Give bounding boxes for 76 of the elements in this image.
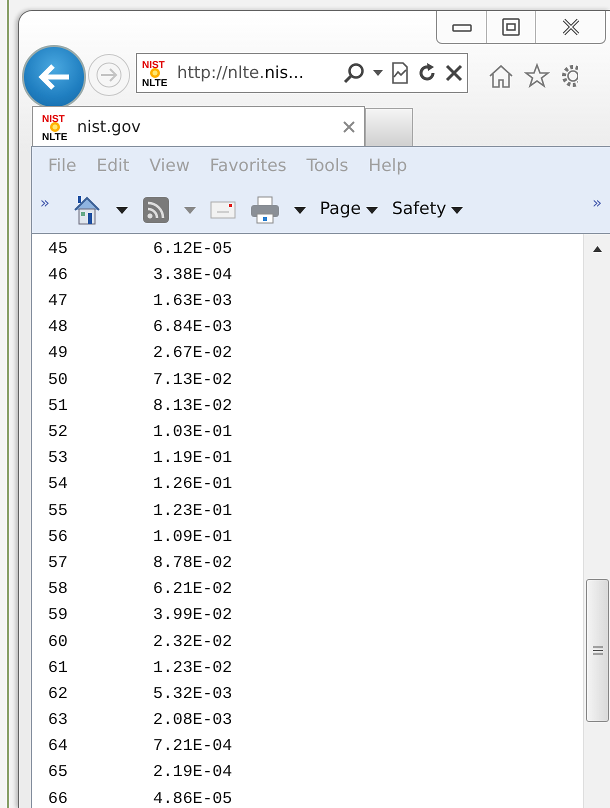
row-number: 59 bbox=[48, 604, 69, 626]
compatibility-icon[interactable] bbox=[391, 62, 409, 84]
star-icon[interactable] bbox=[524, 63, 550, 90]
back-arrow-icon bbox=[37, 63, 71, 92]
page-menu-button[interactable]: Page bbox=[320, 197, 378, 223]
stop-icon[interactable] bbox=[445, 64, 463, 82]
url-text: http://nlte.nis... bbox=[177, 62, 304, 84]
row-value: 2.19E-04 bbox=[153, 761, 232, 784]
caret-icon bbox=[366, 206, 378, 214]
row-number: 66 bbox=[48, 788, 69, 808]
row-number: 46 bbox=[48, 264, 69, 286]
row-value: 3.38E-04 bbox=[153, 264, 232, 286]
safety-menu-button[interactable]: Safety bbox=[392, 197, 464, 223]
row-value: 2.08E-03 bbox=[153, 709, 232, 732]
tab-title: nist.gov bbox=[77, 116, 141, 138]
row-value: 1.63E-03 bbox=[153, 290, 232, 312]
close-icon bbox=[562, 18, 580, 36]
caret-icon bbox=[451, 206, 464, 214]
caret-icon[interactable] bbox=[373, 70, 383, 76]
row-number: 45 bbox=[48, 238, 69, 260]
scroll-up-icon[interactable] bbox=[593, 246, 602, 252]
chevron-button[interactable]: » bbox=[40, 191, 50, 215]
gear-icon[interactable] bbox=[560, 63, 578, 90]
grip-icon bbox=[592, 646, 602, 655]
row-number: 60 bbox=[48, 630, 69, 653]
row-value: 1.26E-01 bbox=[153, 473, 232, 496]
row-number: 63 bbox=[48, 709, 69, 732]
row-value: 7.13E-02 bbox=[153, 368, 232, 391]
row-value: 6.21E-02 bbox=[153, 578, 232, 600]
row-number: 48 bbox=[48, 316, 69, 338]
rss-feed-icon[interactable] bbox=[142, 196, 170, 224]
scroll-thumb[interactable] bbox=[586, 579, 609, 722]
row-value: 6.84E-03 bbox=[153, 316, 232, 338]
row-value: 5.32E-03 bbox=[153, 682, 232, 705]
scrollbar[interactable] bbox=[583, 234, 610, 808]
row-value: 6.12E-05 bbox=[153, 238, 232, 260]
home-icon[interactable] bbox=[488, 63, 514, 90]
row-value: 1.09E-01 bbox=[153, 526, 232, 548]
chevron-button[interactable]: » bbox=[592, 191, 602, 215]
row-number: 64 bbox=[48, 735, 69, 758]
row-number: 65 bbox=[48, 761, 69, 784]
close-icon[interactable] bbox=[342, 120, 356, 134]
row-value: 8.13E-02 bbox=[153, 394, 232, 417]
row-number: 56 bbox=[48, 526, 69, 548]
row-value: 3.99E-02 bbox=[153, 604, 232, 626]
row-number: 51 bbox=[48, 394, 69, 417]
row-number: 52 bbox=[48, 421, 69, 444]
maximize-icon bbox=[502, 18, 520, 36]
site-favicon: NIST NLTE bbox=[141, 58, 173, 88]
search-icon[interactable] bbox=[343, 62, 365, 84]
home-icon[interactable] bbox=[72, 194, 102, 226]
row-value: 2.32E-02 bbox=[153, 630, 232, 653]
row-value: 4.86E-05 bbox=[153, 788, 232, 808]
row-number: 58 bbox=[48, 578, 69, 600]
row-number: 49 bbox=[48, 342, 69, 364]
caret-icon[interactable] bbox=[294, 206, 306, 214]
row-number: 57 bbox=[48, 552, 69, 574]
row-value: 7.21E-04 bbox=[153, 735, 232, 758]
row-number: 50 bbox=[48, 368, 69, 391]
printer-icon[interactable] bbox=[250, 196, 280, 224]
row-number: 47 bbox=[48, 290, 69, 312]
caret-icon[interactable] bbox=[116, 206, 128, 214]
row-value: 1.23E-02 bbox=[153, 656, 232, 679]
row-number: 62 bbox=[48, 682, 69, 705]
row-number: 55 bbox=[48, 500, 69, 522]
row-value: 1.03E-01 bbox=[153, 421, 232, 444]
site-favicon: NIST NLTE bbox=[41, 112, 73, 142]
row-number: 53 bbox=[48, 447, 69, 470]
row-value: 2.67E-02 bbox=[153, 342, 232, 364]
row-value: 8.78E-02 bbox=[153, 552, 232, 574]
minimize-icon bbox=[452, 24, 472, 32]
row-value: 1.19E-01 bbox=[153, 447, 232, 470]
row-number: 61 bbox=[48, 656, 69, 679]
row-number: 54 bbox=[48, 473, 69, 496]
refresh-icon[interactable] bbox=[417, 63, 437, 84]
row-value: 1.23E-01 bbox=[153, 500, 232, 522]
